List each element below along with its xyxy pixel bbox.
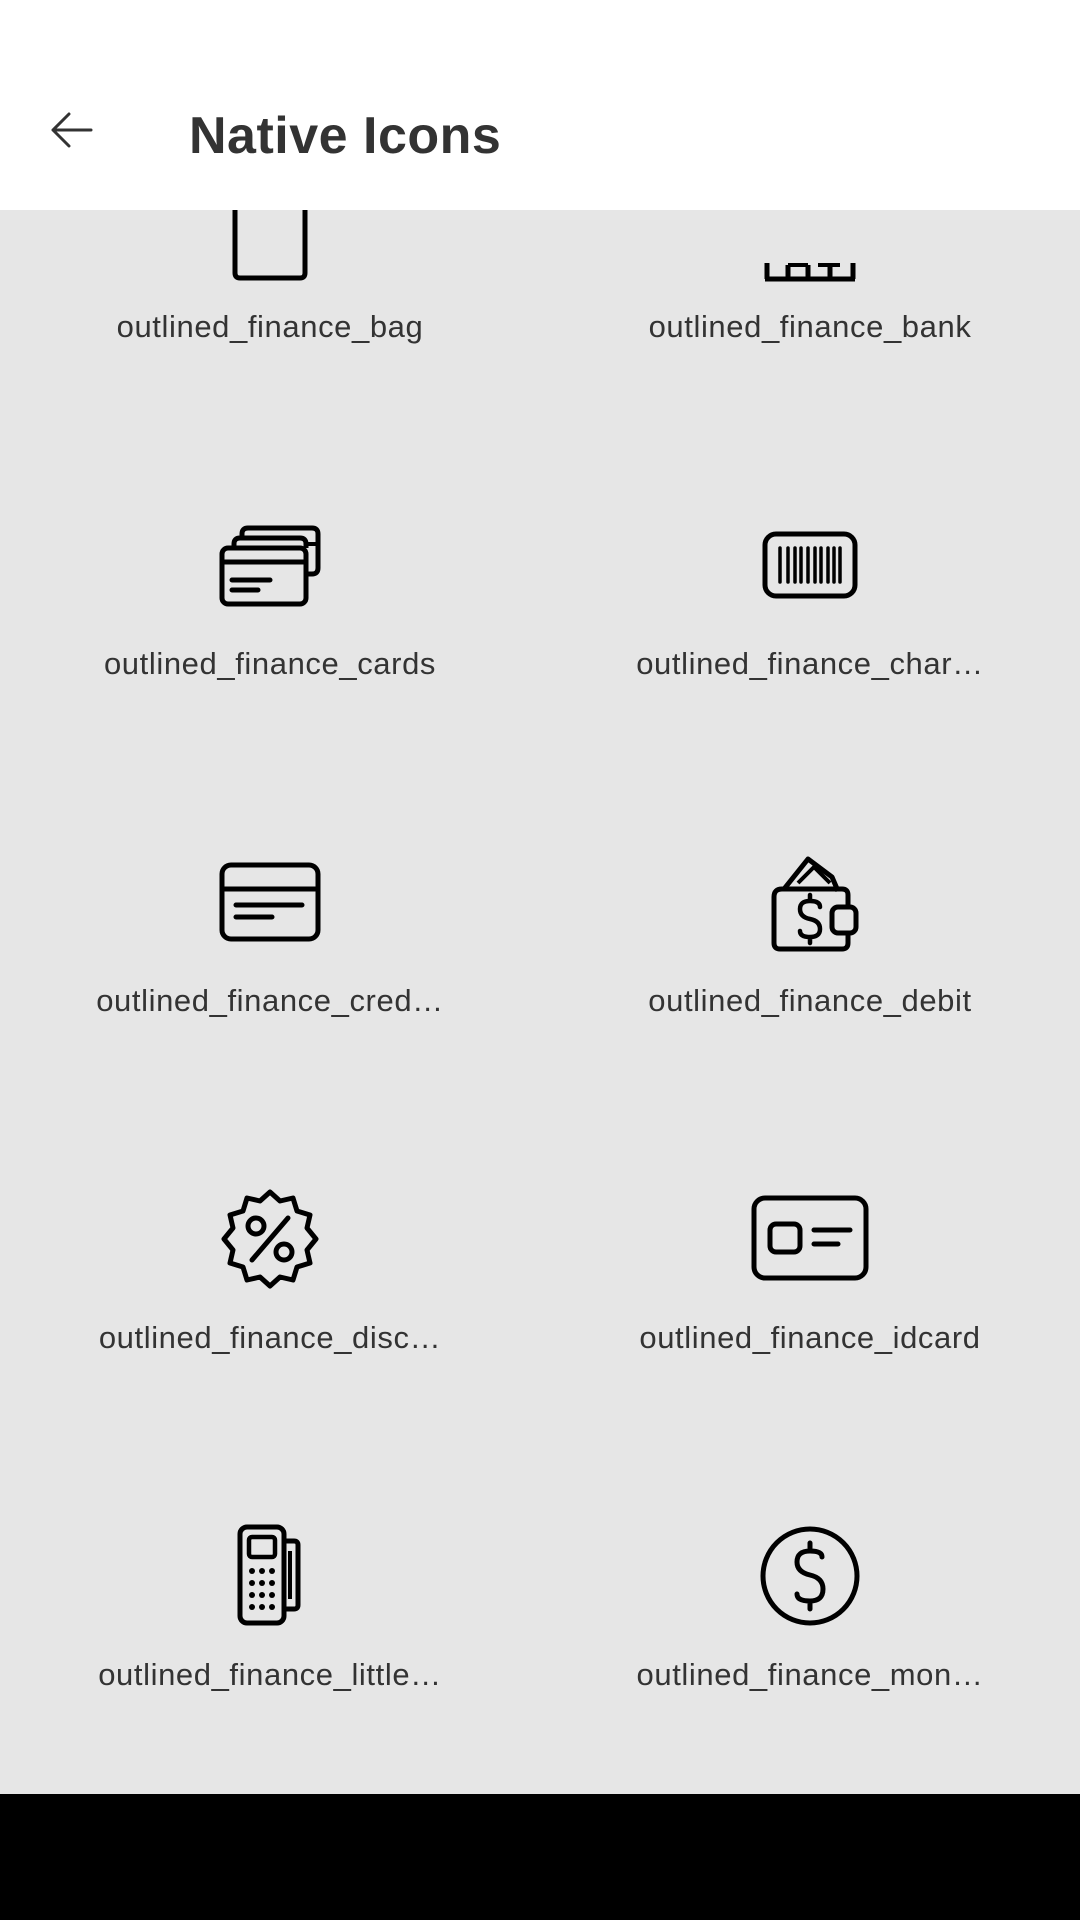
- icon-tile-finance-bank[interactable]: outlined_finance_bank: [540, 210, 1080, 420]
- icon-label: outlined_finance_debit: [648, 983, 972, 1018]
- icon-label: outlined_finance_bag: [116, 309, 424, 344]
- icon-tile-finance-barcode-card[interactable]: outlined_finance_char…: [540, 420, 1080, 757]
- icon-label: outlined_finance_char…: [636, 646, 984, 681]
- finance-cards-icon: [210, 510, 330, 620]
- finance-barcode-card-icon: [750, 510, 870, 620]
- icon-label: outlined_finance_cards: [103, 646, 437, 681]
- icon-label: outlined_finance_idcard: [639, 1320, 981, 1355]
- icon-tile-finance-debit[interactable]: outlined_finance_debit: [540, 757, 1080, 1094]
- icon-tile-finance-cards[interactable]: outlined_finance_cards: [0, 420, 540, 757]
- icon-label: outlined_finance_bank: [648, 309, 972, 344]
- finance-bank-icon: [750, 210, 870, 283]
- icon-tile-finance-money[interactable]: outlined_finance_mon…: [540, 1431, 1080, 1768]
- finance-idcard-icon: [750, 1184, 870, 1294]
- icon-list[interactable]: outlined_finance_bag outlined_finance_ba…: [0, 210, 1080, 1794]
- system-navigation-bar: [0, 1794, 1080, 1920]
- icon-tile-finance-card-machine[interactable]: outlined_finance_little…: [0, 1431, 540, 1768]
- app-bar: Native Icons: [0, 0, 1080, 210]
- finance-money-icon: [750, 1521, 870, 1631]
- icon-tile-finance-credit-card[interactable]: outlined_finance_cred…: [0, 757, 540, 1094]
- icon-tile-finance-idcard[interactable]: outlined_finance_idcard: [540, 1094, 1080, 1431]
- icon-label: outlined_finance_disc…: [98, 1320, 442, 1355]
- finance-discount-icon: [210, 1184, 330, 1294]
- icon-tile-finance-discount[interactable]: outlined_finance_disc…: [0, 1094, 540, 1431]
- finance-credit-card-icon: [210, 847, 330, 957]
- finance-card-machine-icon: [210, 1521, 330, 1631]
- icon-label: outlined_finance_cred…: [96, 983, 444, 1018]
- icon-label: outlined_finance_mon…: [636, 1657, 984, 1692]
- page-title: Native Icons: [189, 107, 502, 165]
- finance-wallet-icon: [750, 847, 870, 957]
- icon-tile-finance-bag[interactable]: outlined_finance_bag: [0, 210, 540, 420]
- back-button[interactable]: [36, 96, 108, 168]
- finance-bag-icon: [210, 210, 330, 283]
- icon-label: outlined_finance_little…: [98, 1657, 442, 1692]
- arrow-left-icon: [47, 105, 97, 160]
